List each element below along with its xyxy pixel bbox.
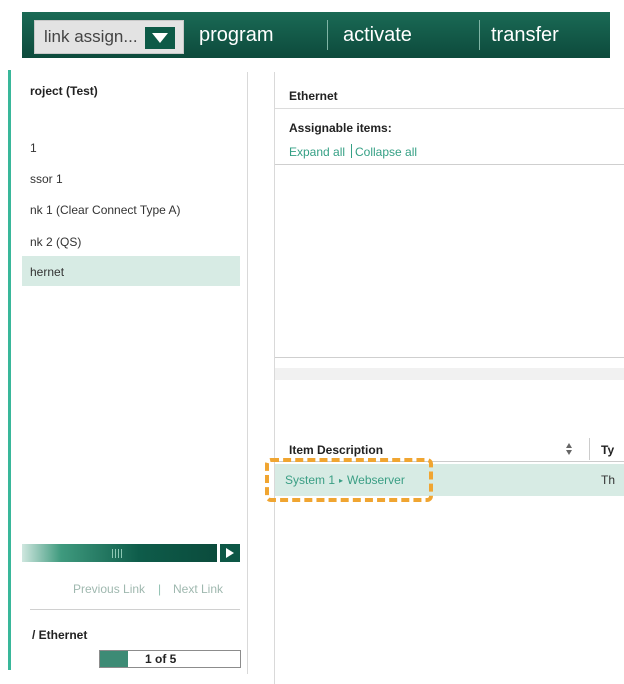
- project-title: roject (Test): [30, 84, 98, 98]
- assignable-label: Assignable items:: [289, 121, 392, 135]
- expand-all-link[interactable]: Expand all: [289, 145, 345, 159]
- page-count: 1 of 5: [145, 652, 177, 666]
- page-indicator: 1 of 5: [99, 650, 241, 668]
- column-separator[interactable]: [589, 438, 590, 460]
- tree-item[interactable]: nk 2 (QS): [30, 235, 81, 249]
- scrollbar-grip-icon[interactable]: [112, 549, 122, 558]
- menu-separator: [327, 20, 328, 50]
- left-accent-line: [8, 70, 11, 670]
- menu-activate[interactable]: activate: [343, 24, 412, 47]
- menu-program[interactable]: program: [199, 24, 273, 47]
- triangle-down-icon[interactable]: [145, 27, 175, 49]
- menu-transfer[interactable]: transfer: [491, 24, 559, 47]
- breadcrumb-title: / Ethernet: [32, 628, 88, 642]
- column-header-type[interactable]: Ty: [601, 443, 614, 457]
- sort-icon[interactable]: [565, 441, 573, 457]
- top-menu-bar: link assign... program activate transfer: [0, 0, 624, 70]
- next-link[interactable]: Next Link: [173, 582, 223, 596]
- tree-item-selected[interactable]: hernet: [30, 265, 64, 279]
- column-header-description[interactable]: Item Description: [289, 443, 383, 457]
- link-separator: |: [158, 582, 162, 596]
- previous-link[interactable]: Previous Link: [73, 582, 145, 596]
- collapse-all-link[interactable]: Collapse all: [355, 145, 417, 159]
- tree-item[interactable]: ssor 1: [30, 172, 63, 186]
- chevron-right-icon: [226, 548, 234, 558]
- project-tree-panel: roject (Test) 1 ssor 1 nk 1 (Clear Conne…: [22, 72, 248, 674]
- mode-dropdown[interactable]: link assign...: [34, 20, 184, 54]
- item-type: Th: [601, 473, 616, 487]
- scroll-right-button[interactable]: [220, 544, 240, 562]
- tree-item[interactable]: nk 1 (Clear Connect Type A): [30, 203, 181, 217]
- menu-separator: [479, 20, 480, 50]
- divider: [275, 108, 624, 109]
- divider: [30, 609, 240, 610]
- assignable-items-list[interactable]: [275, 164, 624, 358]
- highlight-box: [265, 458, 433, 502]
- assignment-panel: Ethernet Assignable items: Expand all Co…: [274, 72, 624, 684]
- page-progress-fill: [100, 651, 128, 667]
- tree-item[interactable]: 1: [30, 141, 37, 155]
- link-divider: [351, 144, 352, 158]
- splitter[interactable]: [275, 368, 624, 380]
- panel-title: Ethernet: [289, 89, 338, 103]
- dropdown-value: link assign...: [44, 27, 138, 46]
